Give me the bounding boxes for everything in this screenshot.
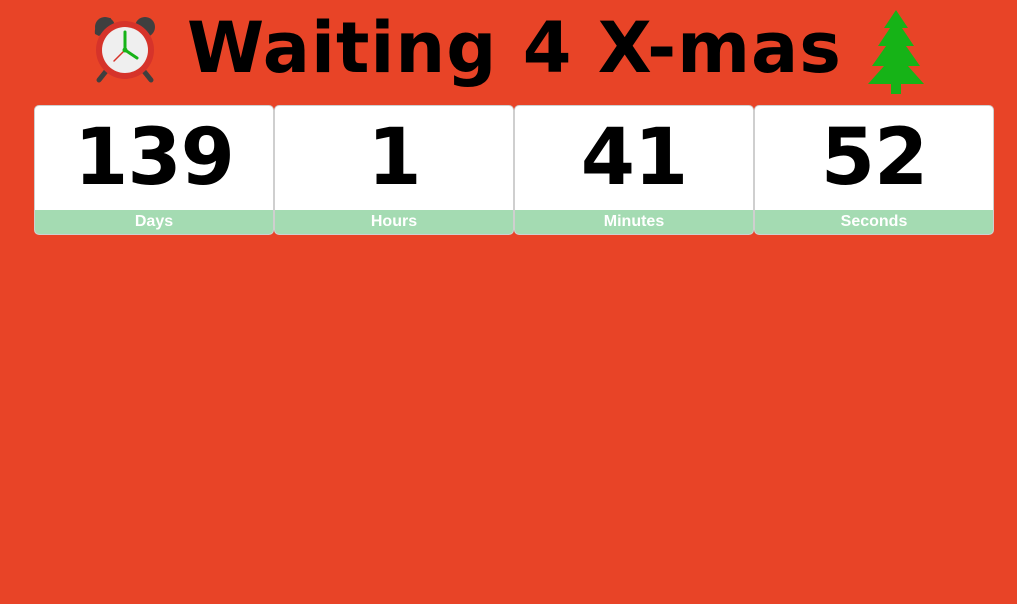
days-value: 139 bbox=[74, 113, 235, 203]
hours-card: 1 Hours bbox=[274, 105, 514, 235]
page-title: Waiting 4 X-mas bbox=[187, 7, 842, 89]
page-header: Waiting 4 X-mas bbox=[0, 0, 1017, 104]
days-label: Days bbox=[35, 210, 273, 234]
seconds-label: Seconds bbox=[755, 210, 993, 234]
minutes-card: 41 Minutes bbox=[514, 105, 754, 235]
seconds-value: 52 bbox=[820, 113, 929, 203]
hours-value: 1 bbox=[367, 113, 421, 203]
alarm-clock-icon bbox=[94, 17, 156, 83]
christmas-tree-icon bbox=[867, 10, 924, 94]
minutes-value: 41 bbox=[580, 113, 689, 203]
seconds-card: 52 Seconds bbox=[754, 105, 994, 235]
minutes-label: Minutes bbox=[515, 210, 753, 234]
hours-label: Hours bbox=[275, 210, 513, 234]
countdown-cards: 139 Days 1 Hours 41 Minutes 52 Seconds bbox=[34, 105, 994, 235]
days-card: 139 Days bbox=[34, 105, 274, 235]
